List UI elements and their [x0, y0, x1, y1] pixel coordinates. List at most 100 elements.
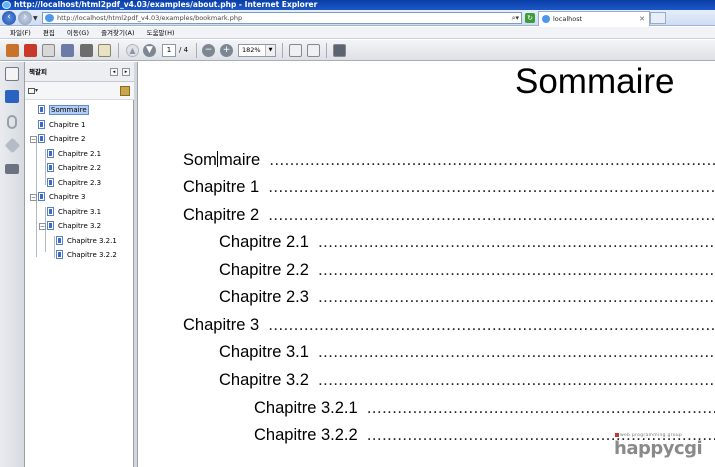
toc-leader-dots: ........................................…: [318, 343, 715, 361]
bookmarks-toolbar: ▾: [25, 82, 134, 100]
toc-label: Som: [183, 151, 217, 169]
toc-label: Chapitre 2.3: [219, 288, 309, 306]
toc-label: Chapitre 3: [183, 316, 260, 334]
bookmark-page-icon: [38, 120, 45, 129]
menu-bar: 파일(F) 편집 이동(G) 즐겨찾기(A) 도움말(H): [0, 27, 715, 39]
edit-icon[interactable]: [42, 44, 55, 57]
bookmark-label: Chapitre 2.2: [58, 164, 102, 172]
bookmark-chapitre-2-1[interactable]: Chapitre 2.1: [46, 148, 101, 161]
create-pdf-icon[interactable]: [6, 44, 19, 57]
collapse-toggle-icon[interactable]: −: [30, 136, 37, 143]
toc-label: Chapitre 3.2.2: [254, 426, 358, 444]
toc-entry[interactable]: Chapitre 2.3 ...........................…: [219, 287, 715, 307]
collapse-toggle-icon[interactable]: −: [39, 223, 46, 230]
binoculars-icon[interactable]: [5, 164, 19, 174]
attachment-icon[interactable]: [7, 115, 17, 129]
forward-arrow-icon[interactable]: ›: [18, 11, 32, 25]
menu-help[interactable]: 도움말(H): [147, 29, 175, 37]
bookmark-label: Chapitre 1: [49, 121, 86, 129]
bookmark-page-icon: [38, 105, 45, 114]
previous-page-icon[interactable]: ▲: [126, 44, 139, 57]
toolbar-divider: [326, 43, 327, 58]
bookmark-page-icon: [47, 207, 54, 216]
chevron-down-icon[interactable]: ▼: [265, 45, 275, 56]
bookmark-chapitre-3-2[interactable]: Chapitre 3.2: [46, 220, 101, 233]
menu-edit[interactable]: 편집: [43, 29, 55, 37]
bookmark-chapitre-3[interactable]: Chapitre 3: [37, 191, 85, 204]
panel-splitter[interactable]: [134, 62, 138, 467]
close-tab-icon[interactable]: ✕: [639, 12, 645, 26]
bookmark-chapitre-3-1[interactable]: Chapitre 3.1: [46, 206, 101, 219]
toc-label: maire: [218, 151, 261, 169]
toc-entry[interactable]: Chapitre 3 .............................…: [183, 315, 715, 335]
pdf-file-icon[interactable]: [24, 44, 37, 57]
toc-leader-dots: ........................................…: [318, 288, 715, 306]
toc-entry[interactable]: Chapitre 1 .............................…: [183, 177, 715, 197]
bookmark-page-icon: [47, 178, 54, 187]
new-tab-button[interactable]: [650, 12, 666, 24]
bookmark-chapitre-3-2-2[interactable]: Chapitre 3.2.2: [55, 249, 117, 262]
tab-favicon-icon: [542, 15, 550, 23]
toc-entry[interactable]: Chapitre 2 .............................…: [183, 205, 715, 225]
layers-icon[interactable]: [4, 137, 21, 154]
toc-label: Chapitre 3.1: [219, 343, 309, 361]
print-icon[interactable]: [80, 44, 93, 57]
bookmark-chapitre-2[interactable]: Chapitre 2: [37, 133, 85, 146]
bookmark-label: Chapitre 3.2.2: [67, 251, 117, 259]
bookmark-icon[interactable]: [5, 90, 19, 103]
bookmark-chapitre-3-2-1[interactable]: Chapitre 3.2.1: [55, 235, 117, 248]
next-page-icon[interactable]: ▼: [143, 44, 156, 57]
bookmark-chapitre-2-2[interactable]: Chapitre 2.2: [46, 162, 101, 175]
save-icon[interactable]: [61, 44, 74, 57]
toc-entry[interactable]: Chapitre 3.1 ...........................…: [219, 342, 715, 362]
menu-file[interactable]: 파일(F): [10, 29, 31, 37]
fit-width-icon[interactable]: [289, 44, 302, 57]
collapse-toggle-icon[interactable]: −: [30, 194, 37, 201]
collapse-panel-icon[interactable]: ◂: [110, 68, 118, 76]
bookmark-sommaire[interactable]: Sommaire: [37, 104, 89, 117]
pages-icon[interactable]: [5, 67, 19, 81]
options-menu-icon[interactable]: ▾: [28, 87, 41, 95]
toolbar-divider: [196, 43, 197, 58]
browser-tab[interactable]: localhost ✕: [538, 11, 650, 26]
bookmark-label: Chapitre 2: [49, 135, 86, 143]
toc-entry[interactable]: Som maire ...............................…: [183, 150, 715, 170]
toc-leader-dots: ........................................…: [318, 233, 715, 251]
bookmark-chapitre-1[interactable]: Chapitre 1: [37, 119, 85, 132]
email-icon[interactable]: [98, 44, 111, 57]
toc-leader-dots: ........................................…: [269, 151, 715, 169]
toc-leader-dots: ........................................…: [318, 261, 715, 279]
url-input[interactable]: http://localhost/html2pdf_v4.03/examples…: [42, 12, 522, 24]
history-dropdown-icon[interactable]: ▼: [33, 15, 38, 22]
back-arrow-icon[interactable]: ‹: [2, 11, 16, 25]
toc-entry[interactable]: Chapitre 3.2 ...........................…: [219, 370, 715, 390]
bookmark-label: Chapitre 3.2: [58, 222, 102, 230]
menu-favorites[interactable]: 즐겨찾기(A): [101, 29, 134, 37]
zoom-in-icon[interactable]: +: [220, 44, 233, 57]
zoom-select[interactable]: 182% ▼: [238, 44, 276, 57]
watermark-logo: web programming group happycgi: [614, 432, 709, 462]
menu-go[interactable]: 이동(G): [67, 29, 89, 37]
page-count: / 4: [179, 46, 189, 54]
expand-icon[interactable]: [333, 44, 346, 57]
address-bar-row: ‹ › ▼ http://localhost/html2pdf_v4.03/ex…: [0, 10, 715, 26]
search-dropdown-icon[interactable]: ⌕▾: [512, 13, 519, 23]
close-panel-icon[interactable]: ▸: [122, 68, 130, 76]
refresh-icon[interactable]: ↻: [525, 13, 535, 23]
new-bookmark-icon[interactable]: [120, 86, 130, 96]
toc-leader-dots: ........................................…: [366, 399, 715, 417]
fit-page-icon[interactable]: [307, 44, 320, 57]
internet-explorer-icon: [2, 1, 11, 9]
toc-entry[interactable]: Chapitre 3.2.1 .........................…: [254, 398, 715, 418]
bookmarks-panel: 책갈피 ◂ ▸ ▾ Sommaire Chapitre 1 − Chapitre…: [25, 62, 134, 467]
bookmark-label: Chapitre 2.1: [58, 150, 102, 158]
toc-entry[interactable]: Chapitre 2.1 ...........................…: [219, 232, 715, 252]
toolbar-divider: [118, 43, 119, 58]
zoom-out-icon[interactable]: −: [202, 44, 215, 57]
bookmark-page-icon: [47, 163, 54, 172]
toolbar-divider: [282, 43, 283, 58]
page-number-input[interactable]: 1: [162, 44, 176, 57]
toc-entry[interactable]: Chapitre 2.2 ...........................…: [219, 260, 715, 280]
bookmark-chapitre-2-3[interactable]: Chapitre 2.3: [46, 177, 101, 190]
window-title: http://localhost/html2pdf_v4.03/examples…: [14, 0, 318, 9]
